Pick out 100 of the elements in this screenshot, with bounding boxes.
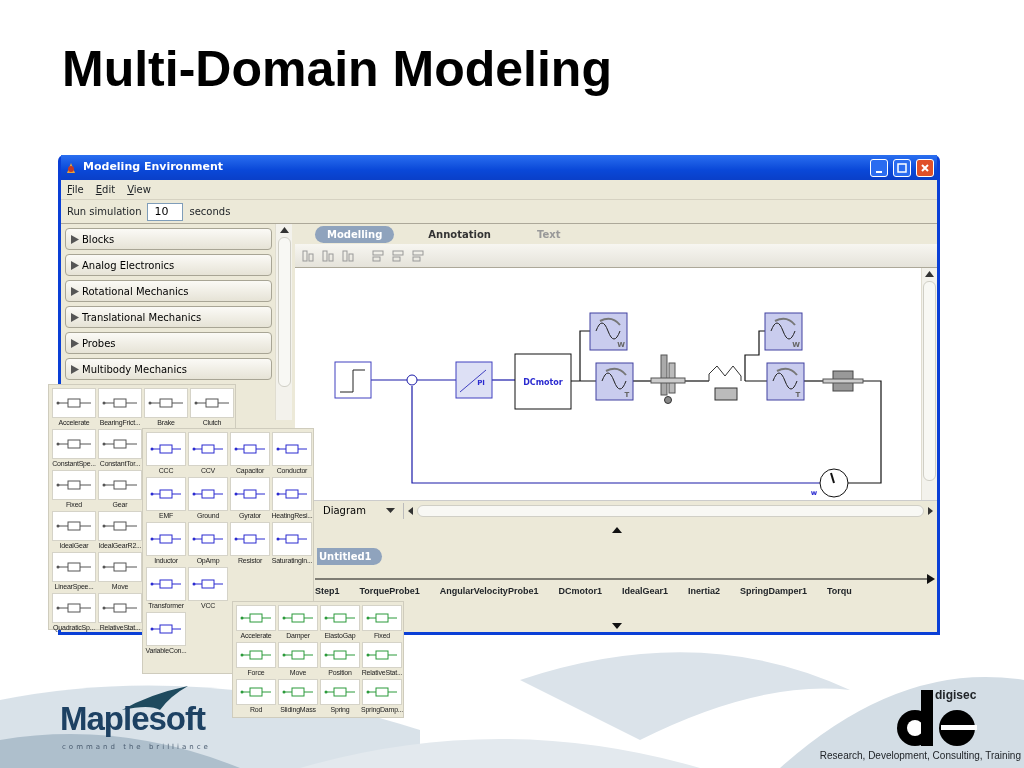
scroll-left-icon[interactable] [408,506,413,515]
component-symbol-icon [366,685,398,699]
sum-junction[interactable] [406,374,418,386]
component-symbol-icon [276,487,308,501]
duration-field[interactable]: 10 [147,202,184,221]
component-symbol-icon [56,396,92,410]
mechanical-wire [684,380,710,382]
component-symbol-icon [194,396,230,410]
component-symbol-icon [56,437,92,451]
scrollbar[interactable] [403,502,933,519]
scrollbar[interactable] [921,268,937,500]
component-symbol-icon [56,560,92,574]
maplesoft-logo: Maplesoft [60,700,205,738]
component-symbol-icon [192,442,224,456]
component-symbol-icon [56,478,92,492]
timeline-label: AngularVelocityProbe1 [439,586,539,596]
slide-title: Multi-Domain Modeling [62,40,612,98]
signal-wire [491,379,516,381]
gear-drawing[interactable] [650,354,686,404]
menu-item[interactable]: Edit [95,182,116,197]
expand-up-icon[interactable] [612,527,622,533]
component-symbol-icon [240,685,272,699]
expand-down-icon[interactable] [612,623,622,629]
component-symbol-icon [324,685,356,699]
component-symbol-icon [234,532,266,546]
logo-tagline: Research, Development, Consulting, Training [819,750,1021,761]
timeline-label: Inertia2 [687,586,720,596]
window-title: Modeling Environment [83,159,225,176]
step-block[interactable] [334,361,372,399]
category-button[interactable]: Multibody Mechanics [65,358,272,380]
mechanical-wire [570,330,597,382]
component-symbol-icon [324,611,356,625]
timeline-label: TorqueProbe1 [359,586,420,596]
component-symbol-icon [234,487,266,501]
scroll-right-icon[interactable] [928,506,933,515]
spring-damper-drawing[interactable] [708,365,742,401]
component-symbol-icon [102,437,138,451]
mechanical-wire [632,380,652,382]
unit-label: seconds [189,205,231,219]
component-symbol-icon [150,442,182,456]
timeline-label: SpringDamper1 [739,586,807,596]
scroll-thumb[interactable] [277,237,291,387]
component-symbol-icon [234,442,266,456]
scroll-up-icon[interactable] [279,227,289,233]
timeline-label: Torqu [827,586,852,596]
component-symbol-icon [56,519,92,533]
menu-item[interactable]: View [127,182,151,197]
minimize-button[interactable] [870,158,888,177]
timeline-label: IdealGear1 [621,586,668,596]
component-symbol-icon [102,601,138,615]
component-symbol-icon [282,685,314,699]
component-symbol-icon [366,648,398,662]
maximize-icon [897,162,907,173]
component-symbol-icon [102,519,138,533]
component-symbol-icon [102,560,138,574]
category-button[interactable]: Blocks [65,228,272,250]
component-symbol-icon [150,487,182,501]
component-symbol-icon [56,601,92,615]
component-symbol-icon [282,648,314,662]
category-button[interactable]: Analog Electronics [65,254,272,276]
component-symbol-icon [192,487,224,501]
tab[interactable]: Annotation [416,225,503,243]
signal-wire [416,379,457,381]
close-button[interactable] [916,158,934,177]
component-symbol-icon [240,611,272,625]
component-symbol-icon [276,532,308,546]
timeline-label: Step1 [315,586,340,596]
category-button[interactable]: Probes [65,332,272,354]
block-label: DCmotor [523,377,563,387]
motor-block[interactable]: DCmotor [514,353,572,410]
menu-item[interactable]: File [67,182,84,197]
component-symbol-icon [148,396,184,410]
maximize-button[interactable] [893,158,911,177]
component-symbol-icon [366,611,398,625]
component-symbol-icon [240,648,272,662]
component-symbol-icon [192,532,224,546]
scrollbar[interactable] [275,224,292,420]
inertia-drawing[interactable] [822,370,864,392]
signal-wire [370,379,408,381]
mechanical-wire [744,330,768,382]
component-symbol-icon [276,442,308,456]
scroll-up-icon[interactable] [925,271,934,277]
component-symbol-icon [324,648,356,662]
scroll-thumb[interactable] [923,281,936,481]
component-symbol-icon [150,622,182,636]
digisec-logo-text: digisec [935,688,977,702]
category-button[interactable]: Translational Mechanics [65,306,272,328]
timeline-label: DCmotor1 [558,586,602,596]
minimize-icon [876,170,882,173]
component-symbol-icon [282,611,314,625]
component-symbol-icon [102,396,138,410]
scroll-thumb[interactable] [417,504,924,517]
mechanical-wire [803,380,824,382]
component-symbol-icon [150,532,182,546]
close-icon [920,162,930,173]
component-symbol-icon [102,478,138,492]
category-button[interactable]: Rotational Mechanics [65,280,272,302]
component-symbol-icon [150,577,182,591]
run-simulation-label: Run simulation [67,205,142,219]
caret-icon [386,508,395,513]
